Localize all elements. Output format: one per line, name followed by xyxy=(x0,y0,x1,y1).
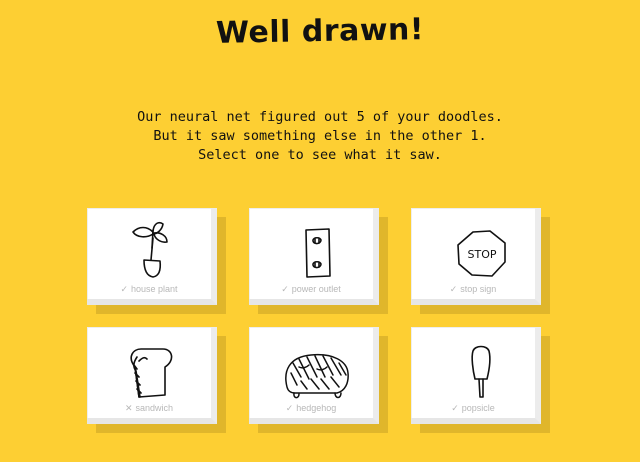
check-icon: ✓ xyxy=(449,284,458,294)
check-icon: ✓ xyxy=(281,284,289,294)
check-icon: ✓ xyxy=(451,403,459,413)
doodle-card-house-plant[interactable]: ✓ house plant xyxy=(87,208,217,305)
doodle-label-hedgehog: ✓ hedgehog xyxy=(285,403,337,413)
page-title: Well drawn! xyxy=(215,12,425,51)
doodle-card-popsicle[interactable]: ✓ popsicle xyxy=(411,327,541,424)
sandwich-doodle xyxy=(130,348,173,398)
doodle-label-sandwich: ✕ sandwich xyxy=(124,403,174,413)
message-line-1: Our neural net figured out 5 of your doo… xyxy=(137,109,503,125)
doodle-label-power-outlet: ✓ power outlet xyxy=(281,284,341,294)
doodle-label-popsicle: ✓ popsicle xyxy=(451,403,495,413)
stop-sign-text: STOP xyxy=(468,248,497,261)
doodle-card-sandwich[interactable]: ✕ sandwich xyxy=(87,327,217,424)
cross-icon: ✕ xyxy=(124,403,133,413)
doodle-card-power-outlet[interactable]: ✓ power outlet xyxy=(249,208,379,305)
doodle-card-stop-sign[interactable]: STOP ✓ stop sign xyxy=(411,208,541,305)
check-icon: ✓ xyxy=(285,403,294,413)
doodle-card-hedgehog[interactable]: ✓ hedgehog xyxy=(249,327,379,424)
doodle-label-stop-sign: ✓ stop sign xyxy=(449,284,497,294)
message-line-2: But it saw something else in the other 1… xyxy=(153,128,487,144)
message-line-3: Select one to see what it saw. xyxy=(198,147,442,163)
result-message: Our neural net figured out 5 of your doo… xyxy=(0,108,640,165)
power-outlet-doodle xyxy=(305,228,331,278)
doodle-label-house-plant: ✓ house plant xyxy=(120,284,178,294)
check-icon: ✓ xyxy=(120,284,128,294)
stop-sign-doodle: STOP xyxy=(457,230,506,277)
hedgehog-doodle xyxy=(285,353,349,399)
popsicle-doodle xyxy=(471,345,491,398)
house-plant-doodle xyxy=(132,221,168,278)
